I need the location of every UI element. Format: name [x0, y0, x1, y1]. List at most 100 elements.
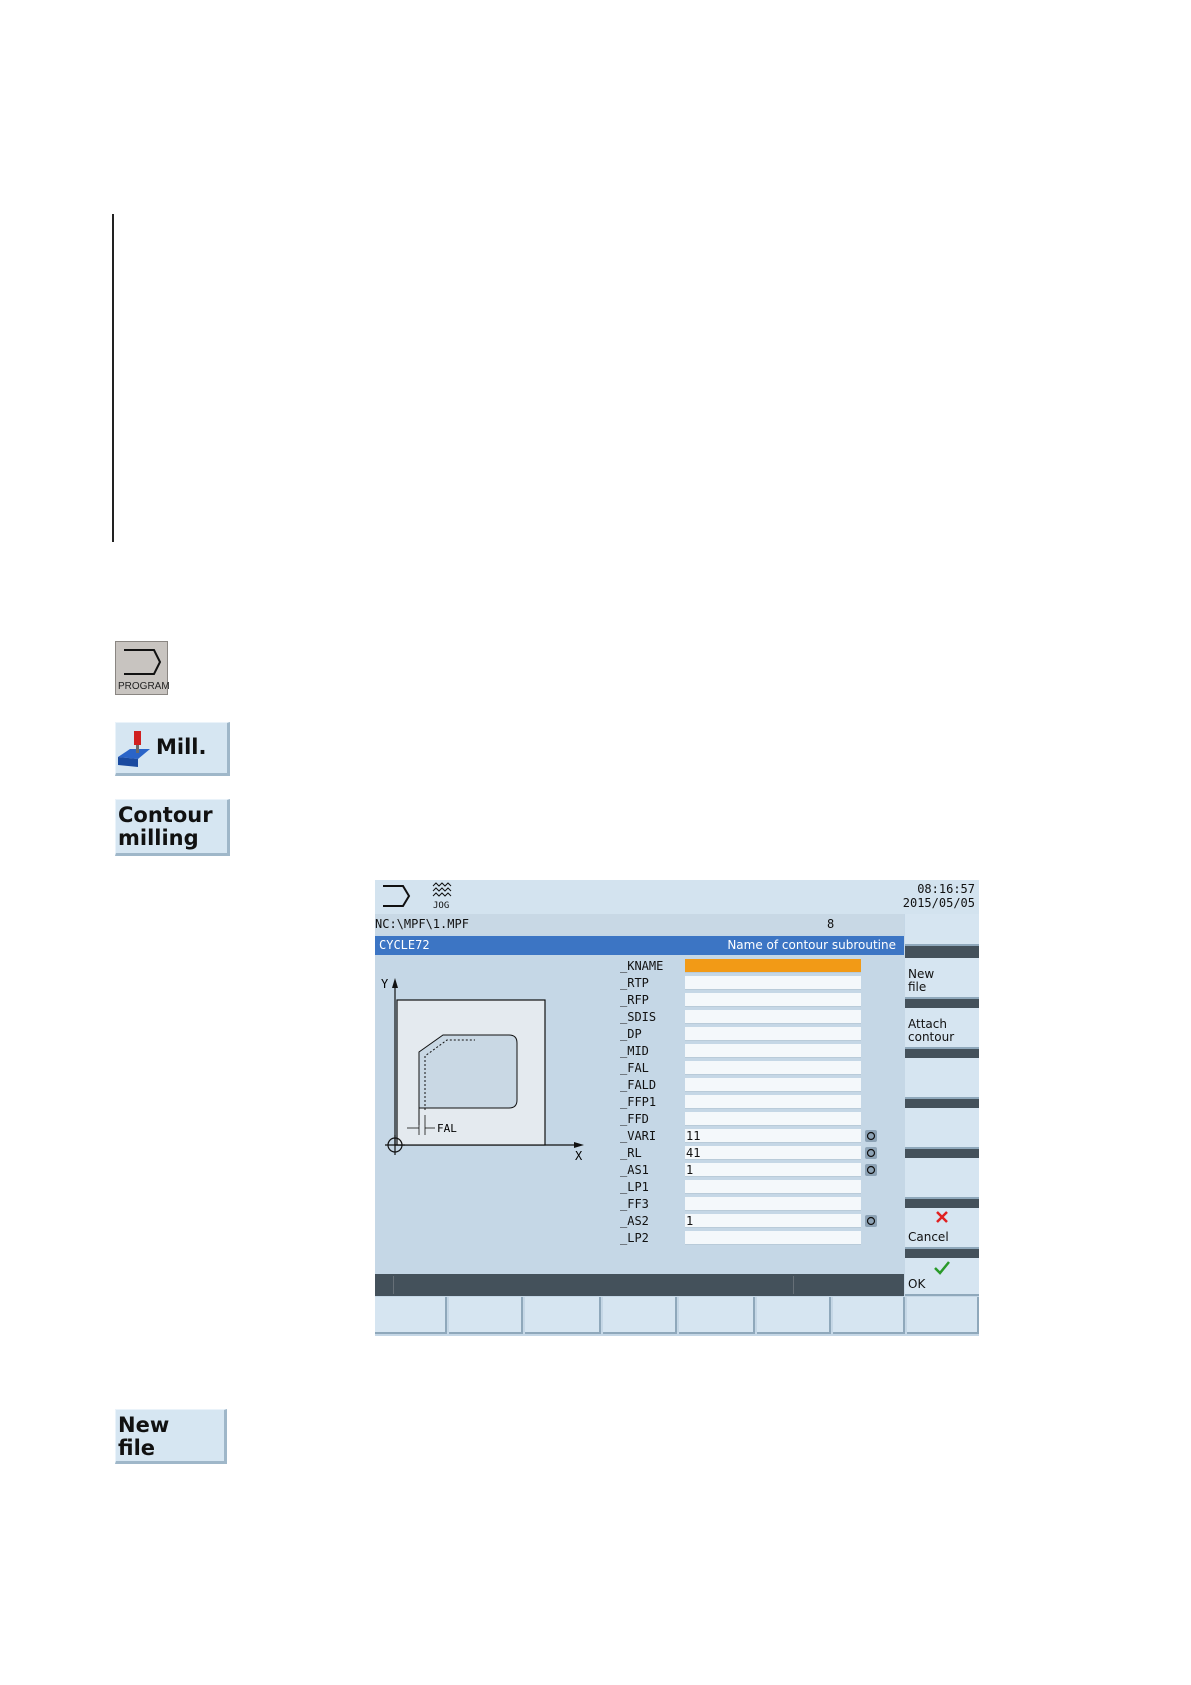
vsoft-divider [905, 1099, 979, 1108]
param-name: _MID [620, 1044, 649, 1058]
param-value-field[interactable] [685, 1078, 861, 1092]
param-name: _FAL [620, 1061, 649, 1075]
new-file-softkey[interactable]: New file [905, 958, 979, 999]
param-value-field[interactable]: 1 [685, 1163, 861, 1177]
vsoft-divider [905, 1049, 979, 1058]
hsoft-2[interactable] [449, 1297, 523, 1334]
attach-contour-softkey[interactable]: Attach contour [905, 1008, 979, 1049]
param-name: _FFD [620, 1112, 649, 1126]
param-value-field[interactable] [685, 1231, 861, 1245]
status-divider [793, 1276, 794, 1294]
param-name: _AS1 [620, 1163, 649, 1177]
param-row: _RFP [620, 992, 900, 1009]
param-row: _SDIS [620, 1009, 900, 1026]
hsoft-3[interactable] [525, 1297, 601, 1334]
param-row: _LP2 [620, 1230, 900, 1247]
param-row: _KNAME [620, 958, 900, 975]
param-row: _FFP1 [620, 1094, 900, 1111]
param-name: _VARI [620, 1129, 657, 1143]
vsoft-divider [905, 1199, 979, 1208]
ok-softkey[interactable]: OK [905, 1258, 979, 1296]
new-file-key[interactable]: New file [115, 1409, 227, 1464]
jog-wave-icon [432, 882, 452, 897]
program-path: NC:\MPF\1.MPF [375, 917, 469, 931]
vsoft-divider [905, 946, 979, 958]
param-row: _VARI 11 [620, 1128, 900, 1145]
mill-key-label: Mill. [156, 735, 207, 759]
param-row: _FALD [620, 1077, 900, 1094]
status-divider [393, 1276, 394, 1294]
field-description: Name of contour subroutine [727, 938, 896, 952]
param-value-field[interactable] [685, 976, 861, 990]
status-bar [375, 1274, 904, 1296]
new-file-key-label: New file [118, 1413, 170, 1460]
param-value-field[interactable] [685, 993, 861, 1007]
param-name: _RTP [620, 976, 649, 990]
top-bar: JOG 08:16:57 2015/05/05 [375, 880, 979, 914]
param-row: _AS2 1 [620, 1213, 900, 1230]
toggle-icon[interactable] [865, 1130, 877, 1142]
toggle-icon[interactable] [865, 1164, 877, 1176]
param-name: _RL [620, 1146, 642, 1160]
vsoft-4[interactable] [905, 1058, 979, 1099]
vsoft-6[interactable] [905, 1158, 979, 1199]
program-area-icon [383, 885, 411, 907]
fal-label: FAL [437, 1122, 457, 1135]
param-name: _FF3 [620, 1197, 649, 1211]
cancel-softkey[interactable]: Cancel [905, 1208, 979, 1249]
param-value-field[interactable] [685, 1061, 861, 1075]
param-row: _RL 41 [620, 1145, 900, 1162]
hsoft-6[interactable] [757, 1297, 831, 1334]
param-value-field[interactable] [685, 1095, 861, 1109]
param-value-field[interactable] [685, 1010, 861, 1024]
param-name: _SDIS [620, 1010, 657, 1024]
mill-key[interactable]: Mill. [115, 722, 230, 776]
param-value-field[interactable] [685, 1197, 861, 1211]
time: 08:16:57 [917, 882, 975, 896]
contour-help-drawing: Y X FAL [381, 977, 584, 1160]
param-value-field[interactable] [685, 1180, 861, 1194]
cancel-softkey-label: Cancel [908, 1230, 949, 1244]
vsoft-1[interactable] [905, 914, 979, 946]
contour-milling-label: Contour milling [118, 803, 213, 850]
jog-label: JOG [433, 901, 450, 911]
hsoft-1[interactable] [375, 1297, 447, 1334]
toggle-icon[interactable] [865, 1147, 877, 1159]
date: 2015/05/05 [902, 896, 975, 910]
jog-mode-indicator: JOG [429, 882, 459, 912]
hsoft-7[interactable] [833, 1297, 905, 1334]
mill-icon [118, 731, 150, 767]
param-name: _FALD [620, 1078, 657, 1092]
contour-milling-key[interactable]: Contour milling [115, 799, 230, 856]
horizontal-softkeys [375, 1297, 979, 1336]
param-row: _MID [620, 1043, 900, 1060]
clock: 08:16:57 2015/05/05 [903, 882, 975, 910]
param-value-field[interactable]: 1 [685, 1214, 861, 1228]
program-key[interactable]: PROGRAM [115, 641, 170, 695]
param-value-field[interactable] [685, 1044, 861, 1058]
program-icon [124, 649, 162, 675]
param-value-field[interactable]: 11 [685, 1129, 861, 1143]
param-row: _AS1 1 [620, 1162, 900, 1179]
param-value-field[interactable] [685, 1112, 861, 1126]
cycle72-screen: JOG 08:16:57 2015/05/05 NC:\MPF\1.MPF 8 … [375, 880, 979, 1336]
ok-check-icon [934, 1261, 950, 1275]
new-file-softkey-label: New file [908, 967, 935, 994]
param-value-field[interactable]: 41 [685, 1146, 861, 1160]
vsoft-5[interactable] [905, 1108, 979, 1149]
margin-rule [112, 214, 114, 542]
hsoft-5[interactable] [679, 1297, 755, 1334]
param-value-field[interactable] [685, 1027, 861, 1041]
hsoft-4[interactable] [603, 1297, 677, 1334]
param-row: _LP1 [620, 1179, 900, 1196]
parameter-list: _KNAME _RTP _RFP _SDIS _DP _MID _FAL _FALD _FFP1… [620, 958, 900, 1247]
hsoft-8[interactable] [907, 1297, 979, 1334]
param-row: _FAL [620, 1060, 900, 1077]
param-name: _AS2 [620, 1214, 649, 1228]
param-value-field[interactable] [685, 959, 861, 973]
param-row: _RTP [620, 975, 900, 992]
vsoft-divider [905, 1249, 979, 1258]
toggle-icon[interactable] [865, 1215, 877, 1227]
x-axis-label: X [575, 1149, 583, 1160]
param-name: _LP2 [620, 1231, 649, 1245]
